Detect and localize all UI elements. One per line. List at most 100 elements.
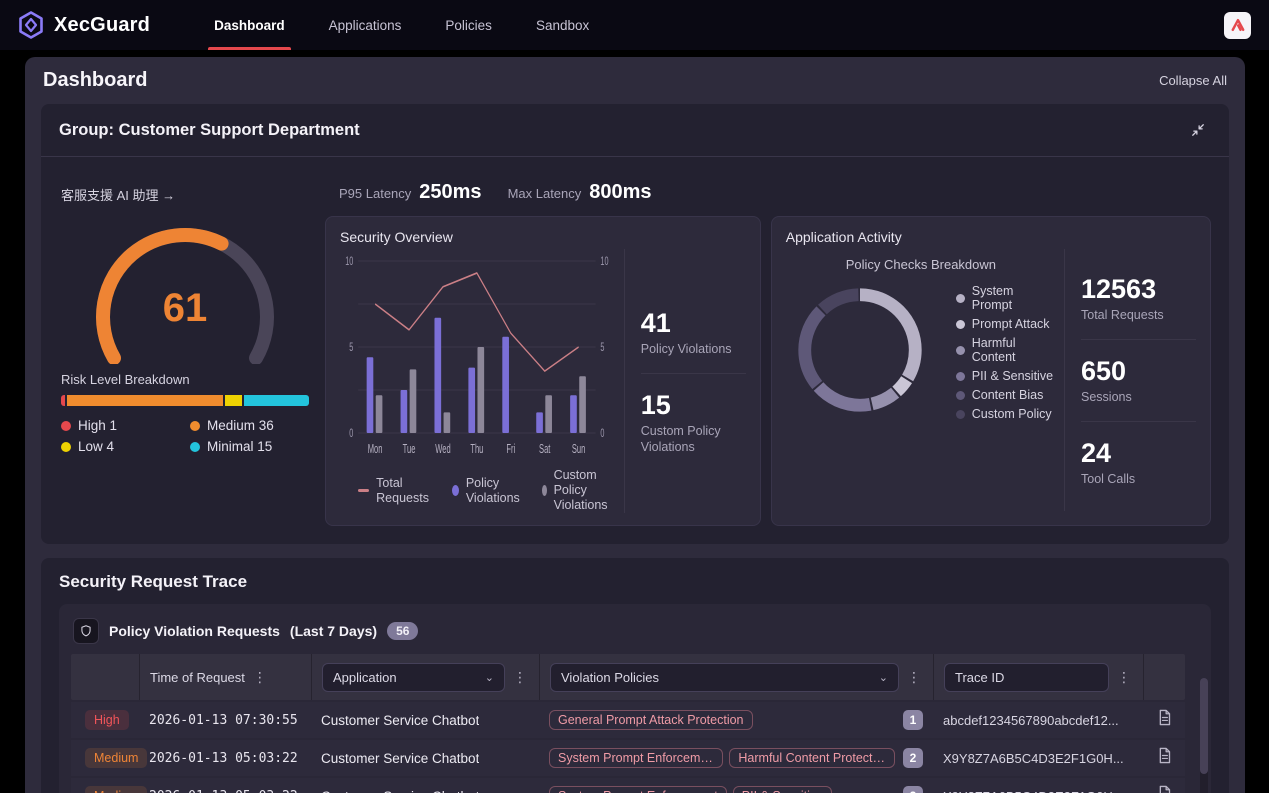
risk-legend-item: Minimal 15	[190, 439, 311, 454]
donut-legend-dot	[956, 320, 965, 329]
nav-tab-policies[interactable]: Policies	[427, 0, 510, 50]
chart-legend-item: Total Requests	[358, 476, 434, 506]
policy-tag[interactable]: Harmful Content Protection	[729, 748, 895, 768]
svg-text:5: 5	[600, 341, 604, 354]
column-filter-dropdown[interactable]: Violation Policies⌄	[550, 663, 899, 692]
cell-time: 2026-01-13 05:03:22	[139, 789, 311, 793]
donut-legend-item: System Prompt	[956, 284, 1056, 312]
risk-summary-panel: 客服支援 AI 助理 → 61 Risk Level Breakdown Hig…	[59, 171, 311, 526]
nav-tab-applications[interactable]: Applications	[311, 0, 420, 50]
risk-score-value: 61	[79, 286, 291, 331]
cell-actions	[1143, 747, 1185, 769]
svg-text:Fri: Fri	[506, 443, 515, 456]
app-detail-link[interactable]: 客服支援 AI 助理 →	[61, 185, 311, 204]
document-icon[interactable]	[1157, 785, 1172, 793]
latency-value: 250ms	[419, 181, 481, 204]
column-filter-dropdown[interactable]: Trace ID	[944, 663, 1109, 692]
table-period: (Last 7 Days)	[290, 623, 377, 639]
donut-legend-item: Content Bias	[956, 388, 1056, 402]
risk-score-gauge: 61	[79, 212, 291, 364]
header-cell-application: Application⌄ ⋮	[311, 654, 539, 700]
main-panel: Dashboard Collapse All Group: Customer S…	[25, 57, 1245, 793]
latency-metrics: P95 Latency250msMax Latency800ms	[339, 181, 1211, 204]
risk-legend-dot	[190, 442, 200, 452]
kebab-menu-icon[interactable]: ⋮	[251, 669, 269, 686]
latency-metric: P95 Latency250ms	[339, 181, 482, 204]
column-label: Trace ID	[955, 670, 1004, 685]
brand[interactable]: XecGuard	[16, 10, 150, 40]
security-overview-chart: 00551010MonTueWedThuFriSatSun	[340, 249, 614, 466]
severity-badge: High	[85, 710, 129, 730]
policy-tag[interactable]: General Prompt Attack Protection	[549, 710, 753, 730]
stat-value: 12563	[1081, 274, 1196, 304]
document-icon[interactable]	[1157, 709, 1172, 731]
kebab-menu-icon[interactable]: ⋮	[905, 669, 923, 686]
collapse-group-button[interactable]	[1185, 117, 1211, 143]
donut-legend-item: Prompt Attack	[956, 317, 1056, 331]
kebab-menu-icon[interactable]: ⋮	[511, 669, 529, 686]
nav-tab-dashboard[interactable]: Dashboard	[196, 0, 303, 50]
svg-text:Mon: Mon	[368, 443, 383, 456]
shield-icon	[73, 618, 99, 644]
stat-value: 41	[641, 308, 746, 338]
header-cell-actions	[1143, 654, 1185, 700]
table-row[interactable]: Medium2026-01-13 05:03:22Customer Servic…	[71, 778, 1185, 793]
request-time: 2026-01-13 07:30:55	[149, 713, 298, 728]
security-overview-legend: Total RequestsPolicy ViolationsCustom Po…	[358, 468, 614, 513]
svg-text:5: 5	[349, 341, 353, 354]
risk-legend-dot	[61, 421, 71, 431]
risk-legend-label: Medium 36	[207, 418, 274, 433]
chevron-down-icon: ⌄	[485, 671, 494, 684]
donut-title: Policy Checks Breakdown	[846, 257, 996, 272]
stat-label: Sessions	[1081, 389, 1196, 405]
workspace-app-button[interactable]	[1224, 12, 1251, 39]
request-time: 2026-01-13 05:03:22	[149, 789, 298, 793]
donut-legend-item: Custom Policy	[956, 407, 1056, 421]
cell-application: Customer Service Chatbot	[311, 751, 539, 766]
nav-tabs: DashboardApplicationsPoliciesSandbox	[196, 0, 607, 50]
cell-severity: High	[71, 710, 139, 730]
chart-legend-label: Custom Policy Violations	[554, 468, 614, 513]
collapse-all-button[interactable]: Collapse All	[1159, 73, 1227, 88]
kebab-menu-icon[interactable]: ⋮	[1115, 669, 1133, 686]
table-scrollbar-thumb[interactable]	[1200, 678, 1208, 774]
svg-text:0: 0	[600, 427, 604, 440]
trace-id: abcdef1234567890abcdef12...	[943, 713, 1119, 728]
application-activity-stats: 12563Total Requests650Sessions24Tool Cal…	[1064, 249, 1196, 511]
cell-time: 2026-01-13 05:03:22	[139, 751, 311, 766]
security-request-trace-section: Security Request Trace Policy Violation …	[41, 558, 1229, 793]
risk-legend-label: Low 4	[78, 439, 114, 454]
donut-legend-item: Harmful Content	[956, 336, 1056, 364]
table-row[interactable]: High2026-01-13 07:30:55Customer Service …	[71, 702, 1185, 738]
risk-segment-medium	[67, 395, 223, 406]
risk-legend-item: Medium 36	[190, 418, 311, 433]
policy-tag[interactable]: PII & Sensitive	[733, 786, 832, 793]
risk-segment-low	[225, 395, 242, 406]
table-row[interactable]: Medium2026-01-13 05:03:22Customer Servic…	[71, 740, 1185, 776]
cell-time: 2026-01-13 07:30:55	[139, 713, 311, 728]
policy-tag[interactable]: System Prompt Enforcement	[549, 786, 727, 793]
cell-violation-policies: System Prompt Enforcement PII & Sensitive…	[539, 786, 933, 793]
table-scrollbar[interactable]	[1200, 678, 1208, 793]
cell-actions	[1143, 709, 1185, 731]
svg-text:Tue: Tue	[403, 443, 416, 456]
brand-name: XecGuard	[54, 14, 150, 37]
risk-legend-label: Minimal 15	[207, 439, 272, 454]
dot-swatch-icon	[452, 485, 459, 496]
nav-tab-sandbox[interactable]: Sandbox	[518, 0, 607, 50]
stats-divider	[1081, 421, 1196, 422]
group-title: Group: Customer Support Department	[59, 121, 360, 140]
donut-legend-dot	[956, 346, 965, 355]
svg-text:Sat: Sat	[539, 443, 550, 456]
table-header-row: Time of Request⋮Application⌄⋮Violation P…	[71, 654, 1185, 700]
red-a-logo-icon	[1229, 16, 1247, 34]
document-icon[interactable]	[1157, 747, 1172, 769]
column-filter-dropdown[interactable]: Application⌄	[322, 663, 505, 692]
cell-violation-policies: System Prompt Enforcement Harmful Content…	[539, 748, 933, 768]
policy-count-badge: 2	[903, 748, 923, 768]
collapse-icon	[1189, 121, 1207, 139]
security-overview-title: Security Overview	[340, 229, 746, 245]
donut-legend-item: PII & Sensitive	[956, 369, 1056, 383]
stats-divider	[641, 373, 746, 374]
policy-tag[interactable]: System Prompt Enforcement	[549, 748, 723, 768]
